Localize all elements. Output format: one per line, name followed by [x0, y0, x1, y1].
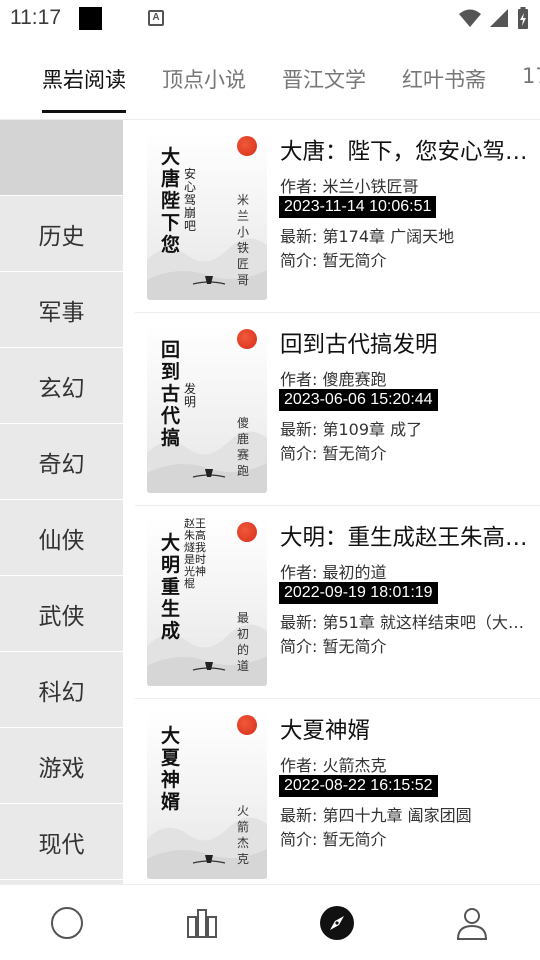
battery-charging-icon	[518, 7, 528, 29]
book-update-time: 2022-09-19 18:01:19	[279, 582, 438, 604]
book-item[interactable]: 大明重生成 赵王朱高燧我是时光神棍 最初的道 大明：重生成赵王朱高燧，我是时光神…	[135, 506, 540, 699]
signal-icon	[490, 9, 508, 27]
book-intro: 简介: 暂无简介	[280, 251, 387, 270]
book-cover[interactable]: 大明重生成 赵王朱高燧我是时光神棍 最初的道	[147, 518, 267, 686]
category-item-military[interactable]: 军事	[0, 272, 123, 348]
book-title[interactable]: 大唐：陛下，您安心驾崩吧	[280, 134, 530, 166]
tab-hongye[interactable]: 红叶书斋	[402, 64, 486, 94]
book-latest-chapter: 最新: 第51章 就这样结束吧（大结局）	[280, 613, 526, 632]
book-title[interactable]: 大夏神婿	[280, 713, 530, 745]
cover-title: 大夏神婿	[161, 725, 181, 813]
book-cover[interactable]: 大夏神婿 火箭杰克	[147, 711, 267, 879]
tab-heiyan[interactable]: 黑岩阅读	[42, 64, 126, 94]
book-intro: 简介: 暂无简介	[280, 444, 387, 463]
category-item-fantasy[interactable]: 奇幻	[0, 424, 123, 500]
bookshelf-icon[interactable]	[184, 905, 220, 941]
category-item-xianxia[interactable]: 仙侠	[0, 500, 123, 576]
cover-subtitle: 安心驾崩吧	[184, 167, 197, 233]
cover-subtitle: 赵王朱高燧我是时光神棍	[184, 518, 206, 590]
cover-title: 大唐陛下您	[161, 146, 181, 256]
cover-sun-decoration	[237, 136, 257, 156]
cover-boat-icon	[192, 469, 226, 478]
status-bar: 11:17 A	[0, 0, 540, 38]
book-list[interactable]: 大唐陛下您 安心驾崩吧 米兰小铁匠哥 大唐：陛下，您安心驾崩吧 作者: 米兰小铁…	[135, 120, 540, 884]
book-item[interactable]: 回到古代搞 发明 傻鹿赛跑 回到古代搞发明 作者: 傻鹿赛跑 2023-06-0…	[135, 313, 540, 506]
book-author: 作者: 米兰小铁匠哥	[280, 177, 419, 196]
book-update-time: 2023-06-06 15:20:44	[279, 389, 438, 411]
book-item[interactable]: 大夏神婿 火箭杰克 大夏神婿 作者: 火箭杰克 2022-08-22 16:15…	[135, 699, 540, 884]
category-item-selected[interactable]	[0, 120, 123, 196]
book-author: 作者: 傻鹿赛跑	[280, 370, 387, 389]
notification-square-icon	[79, 7, 102, 30]
book-latest-chapter: 最新: 第174章 广阔天地	[280, 227, 455, 246]
book-intro: 简介: 暂无简介	[280, 637, 387, 656]
status-time: 11:17	[10, 6, 61, 29]
book-latest-chapter: 最新: 第四十九章 阖家团圆	[280, 806, 472, 825]
cover-sun-decoration	[237, 715, 257, 735]
cover-boat-icon	[192, 662, 226, 671]
book-cover[interactable]: 回到古代搞 发明 傻鹿赛跑	[147, 325, 267, 493]
book-author: 作者: 最初的道	[280, 563, 387, 582]
circle-icon[interactable]	[49, 905, 85, 941]
cover-sun-decoration	[237, 522, 257, 542]
category-item-scifi[interactable]: 科幻	[0, 652, 123, 728]
wifi-icon	[459, 9, 481, 27]
active-tab-indicator	[42, 110, 126, 113]
tab-jinjiang[interactable]: 晋江文学	[282, 64, 366, 94]
book-title[interactable]: 回到古代搞发明	[280, 327, 530, 359]
person-icon[interactable]	[454, 905, 490, 941]
cover-author: 最初的道	[237, 611, 250, 673]
tab-17[interactable]: 17	[522, 64, 540, 88]
category-item-game[interactable]: 游戏	[0, 728, 123, 804]
cover-subtitle: 发明	[184, 382, 197, 409]
cover-boat-icon	[192, 855, 226, 864]
status-icons	[458, 6, 530, 30]
keyboard-a-icon: A	[148, 10, 164, 26]
source-tab-bar: 黑岩阅读 顶点小说 晋江文学 红叶书斋 17	[0, 38, 540, 120]
bottom-navigation	[0, 884, 540, 960]
compass-icon[interactable]	[319, 905, 355, 941]
category-item-modern[interactable]: 现代	[0, 804, 123, 880]
book-cover[interactable]: 大唐陛下您 安心驾崩吧 米兰小铁匠哥	[147, 132, 267, 300]
book-intro: 简介: 暂无简介	[280, 830, 387, 849]
cover-author: 火箭杰克	[237, 804, 250, 866]
cover-title: 大明重生成	[161, 532, 181, 642]
category-item-wuxia[interactable]: 武侠	[0, 576, 123, 652]
book-author: 作者: 火箭杰克	[280, 756, 387, 775]
cover-boat-icon	[192, 276, 226, 285]
book-title[interactable]: 大明：重生成赵王朱高燧，我是时光神棍	[280, 520, 530, 552]
cover-title: 回到古代搞	[161, 339, 181, 449]
book-latest-chapter: 最新: 第109章 成了	[280, 420, 423, 439]
category-item-history[interactable]: 历史	[0, 196, 123, 272]
category-item-xuanhuan[interactable]: 玄幻	[0, 348, 123, 424]
book-update-time: 2022-08-22 16:15:52	[279, 775, 438, 797]
cover-author: 傻鹿赛跑	[237, 416, 250, 478]
book-item[interactable]: 大唐陛下您 安心驾崩吧 米兰小铁匠哥 大唐：陛下，您安心驾崩吧 作者: 米兰小铁…	[135, 120, 540, 313]
category-sidebar[interactable]: 历史 军事 玄幻 奇幻 仙侠 武侠 科幻 游戏 现代	[0, 120, 123, 884]
book-update-time: 2023-11-14 10:06:51	[279, 196, 437, 218]
cover-sun-decoration	[237, 329, 257, 349]
cover-author: 米兰小铁匠哥	[237, 193, 250, 287]
tab-dingdian[interactable]: 顶点小说	[162, 64, 246, 94]
